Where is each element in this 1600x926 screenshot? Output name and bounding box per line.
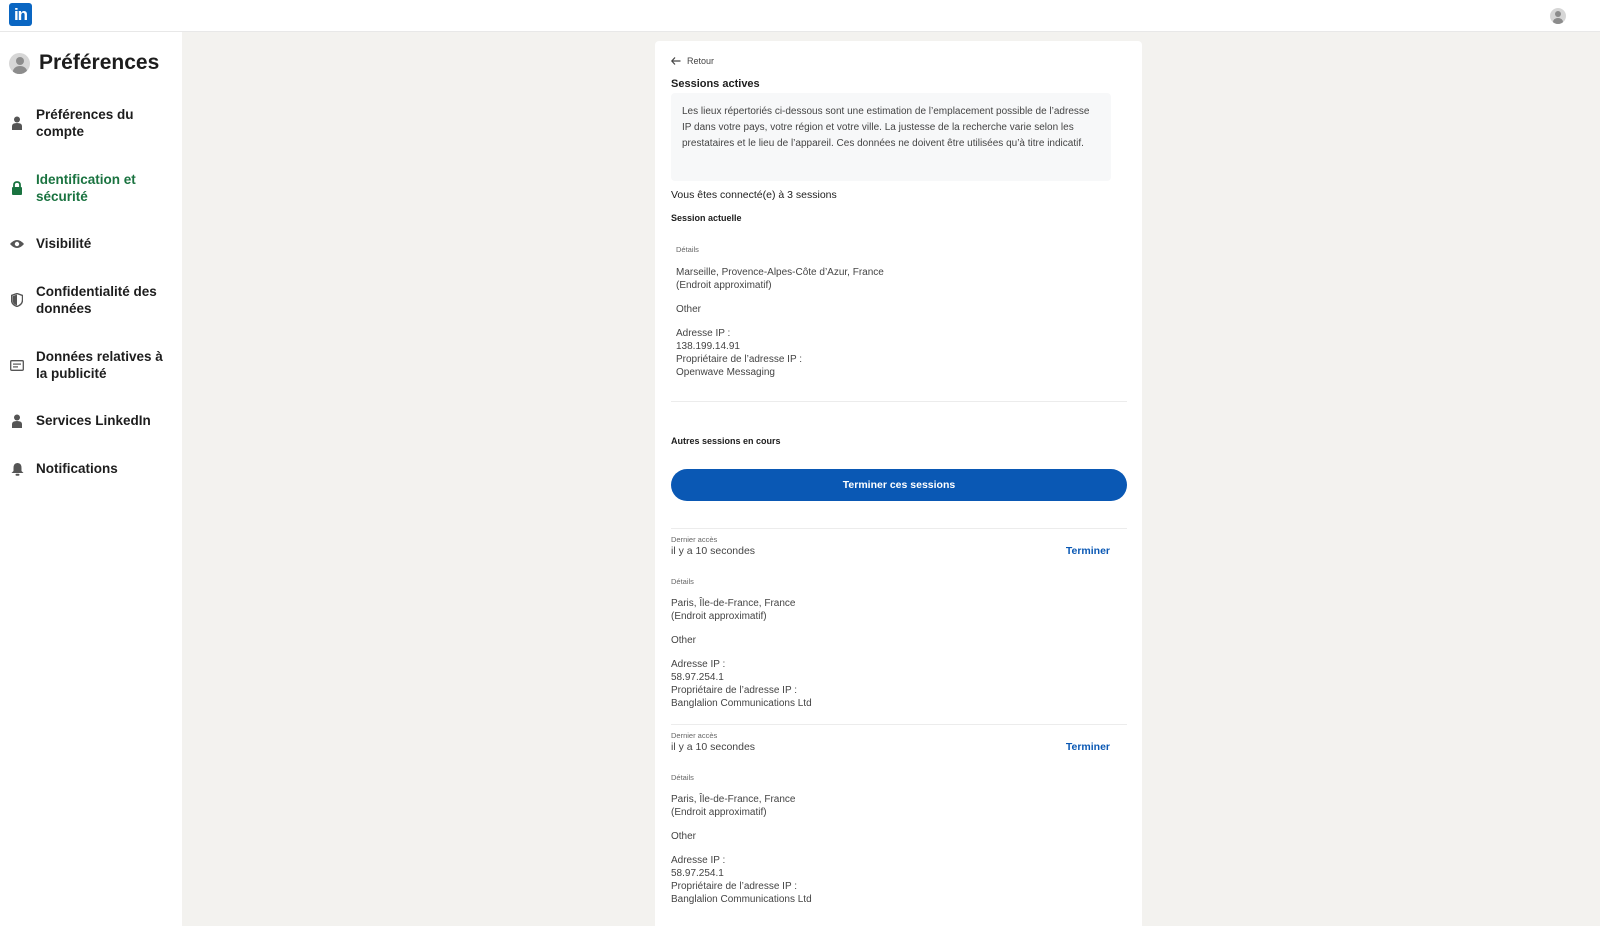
shield-icon <box>10 293 24 307</box>
session-device: Other <box>671 635 697 646</box>
details-label: Détails <box>671 577 694 586</box>
last-access-value: il y a 10 secondes <box>671 741 756 753</box>
sidebar-item-label: Identification et <box>36 172 136 187</box>
sidebar-item-label: compte <box>36 124 85 139</box>
ad-card-icon <box>10 358 24 372</box>
session-location-approx: (Endroit approximatif) <box>671 807 767 818</box>
settings-sidebar: Préférences Préférences du compte Identif… <box>0 32 182 926</box>
sidebar-item-linkedin-services[interactable]: Services LinkedIn <box>10 412 175 429</box>
sidebar-item-label: Données relatives à <box>36 349 163 364</box>
last-access-value: il y a 10 secondes <box>671 545 756 557</box>
terminate-session-button[interactable]: Terminer <box>1066 545 1110 557</box>
session-location: Marseille, Provence-Alpes-Côte d’Azur, F… <box>676 267 884 278</box>
bell-icon <box>10 462 24 476</box>
ip-owner-label: Propriétaire de l’adresse IP : <box>671 685 797 696</box>
sidebar-item-label: sécurité <box>36 189 88 204</box>
session-device: Other <box>671 831 697 842</box>
section-heading: Sessions actives <box>671 78 760 90</box>
ip-owner: Openwave Messaging <box>676 367 775 378</box>
last-access-label: Dernier accès <box>671 731 718 740</box>
details-label: Détails <box>671 773 694 782</box>
end-sessions-button[interactable]: Terminer ces sessions <box>671 469 1127 501</box>
divider <box>671 401 1127 402</box>
ip-owner-label: Propriétaire de l’adresse IP : <box>671 881 797 892</box>
ip-label: Adresse IP : <box>671 659 726 670</box>
ip-label: Adresse IP : <box>671 855 726 866</box>
ip-label: Adresse IP : <box>676 328 731 339</box>
ip-owner: Banglalion Communications Ltd <box>671 698 812 709</box>
ip-address: 58.97.254.1 <box>671 868 724 879</box>
back-label: Retour <box>687 56 715 66</box>
details-label: Détails <box>676 245 699 254</box>
sidebar-item-label: Services LinkedIn <box>36 413 151 428</box>
person-icon <box>10 116 24 130</box>
sidebar-item-label: Notifications <box>36 461 118 476</box>
session-location: Paris, Île-de-France, France <box>671 598 796 609</box>
sidebar-item-advertising-data[interactable]: Données relatives à la publicité <box>10 348 175 382</box>
avatar <box>9 52 30 74</box>
session-location: Paris, Île-de-France, France <box>671 794 796 805</box>
current-session-heading: Session actuelle <box>671 213 742 223</box>
sidebar-header: Préférences <box>9 51 159 75</box>
session-location-approx: (Endroit approximatif) <box>671 611 767 622</box>
sidebar-item-account-preferences[interactable]: Préférences du compte <box>10 106 175 140</box>
top-navigation-bar: in <box>0 0 1600 32</box>
ip-owner-label: Propriétaire de l’adresse IP : <box>676 354 802 365</box>
sidebar-item-visibility[interactable]: Visibilité <box>10 235 175 252</box>
divider <box>671 724 1127 725</box>
sidebar-item-label: Confidentialité des <box>36 284 157 299</box>
ip-address: 138.199.14.91 <box>676 341 740 352</box>
arrow-left-icon <box>671 57 681 65</box>
sidebar-item-notifications[interactable]: Notifications <box>10 460 175 477</box>
sidebar-item-label: données <box>36 301 92 316</box>
sidebar-item-label: la publicité <box>36 366 107 381</box>
terminate-session-button[interactable]: Terminer <box>1066 741 1110 753</box>
ip-address: 58.97.254.1 <box>671 672 724 683</box>
active-sessions-card: Retour Sessions actives Les lieux répert… <box>655 41 1142 926</box>
sidebar-item-label: Visibilité <box>36 236 92 251</box>
sidebar-item-data-privacy[interactable]: Confidentialité des données <box>10 283 175 317</box>
session-device: Other <box>676 304 702 315</box>
lock-icon <box>10 181 24 195</box>
page-title: Préférences <box>39 51 160 74</box>
other-sessions-heading: Autres sessions en cours <box>671 436 781 446</box>
info-notice: Les lieux répertoriés ci-dessous sont un… <box>671 93 1111 181</box>
eye-icon <box>10 237 24 251</box>
person-icon <box>10 414 24 428</box>
divider <box>671 528 1127 529</box>
back-link[interactable]: Retour <box>671 56 714 66</box>
last-access-label: Dernier accès <box>671 535 718 544</box>
linkedin-logo[interactable]: in <box>9 3 32 26</box>
sidebar-item-security[interactable]: Identification et sécurité <box>10 171 175 205</box>
ip-owner: Banglalion Communications Ltd <box>671 894 812 905</box>
session-location-approx: (Endroit approximatif) <box>676 280 772 291</box>
sidebar-item-label: Préférences du <box>36 107 134 122</box>
session-count-text: Vous êtes connecté(e) à 3 sessions <box>671 189 837 201</box>
user-avatar-icon[interactable] <box>1550 8 1566 24</box>
